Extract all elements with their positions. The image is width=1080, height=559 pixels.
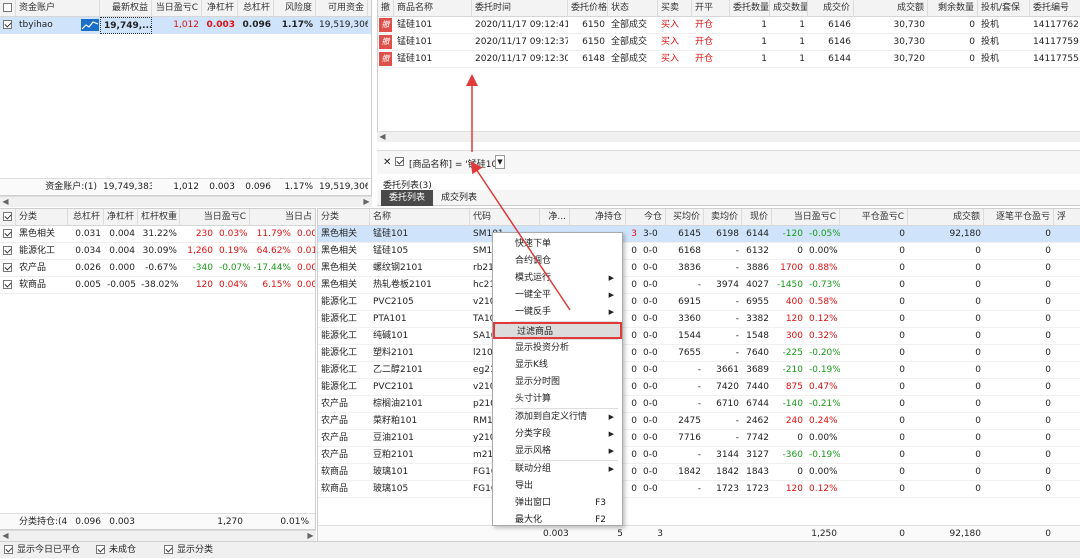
arrow-to-filter	[470, 161, 571, 311]
annotation-arrows	[466, 74, 571, 311]
